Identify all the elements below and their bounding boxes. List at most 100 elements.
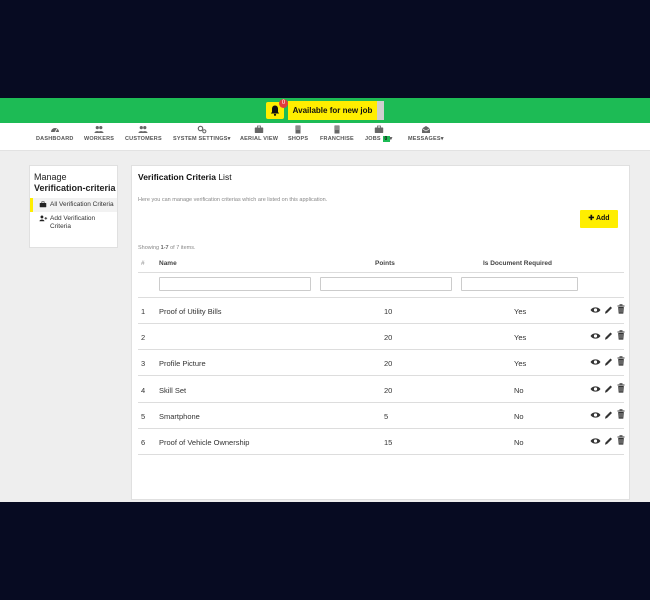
row-name: Skill Set — [159, 385, 187, 395]
row-points: 15 — [384, 438, 393, 447]
view-icon[interactable] — [590, 332, 601, 340]
view-icon[interactable] — [590, 385, 601, 393]
divider — [138, 272, 624, 273]
nav-franchise[interactable]: FRANCHISE — [320, 125, 354, 142]
edit-icon[interactable] — [604, 436, 613, 446]
summary-prefix: Showing — [138, 245, 161, 251]
nav-label: WORKERS — [84, 136, 115, 142]
edit-icon[interactable] — [604, 357, 613, 367]
chevron-down-icon: ▾ — [389, 136, 393, 142]
table-row: 5 Smartphone 5 No — [138, 403, 625, 429]
edit-icon[interactable] — [604, 384, 613, 394]
row-points: 5 — [384, 411, 389, 421]
delete-icon[interactable] — [617, 330, 625, 340]
table-row: 4 Skill Set 20 No — [138, 377, 625, 403]
name-filter-input[interactable] — [159, 277, 311, 291]
users-icon — [138, 126, 148, 133]
nav-messages[interactable]: MESSAGES▾ — [408, 125, 444, 142]
sidebar-item-add-criteria[interactable]: Add Verification Criteria — [30, 212, 117, 234]
row-document-required: No — [514, 385, 524, 395]
items-summary: Showing 1-7 of 7 items. — [138, 245, 196, 251]
nav-shops[interactable]: SHOPS — [288, 125, 308, 142]
user-plus-icon — [39, 215, 48, 222]
users-icon — [94, 126, 104, 133]
nav-label: CUSTOMERS — [125, 136, 162, 142]
row-document-required: Yes — [514, 307, 527, 316]
row-document-required: Yes — [514, 333, 527, 343]
table-row: 6 Proof of Vehicle Ownership 15 No — [138, 429, 625, 455]
view-icon[interactable] — [590, 411, 601, 419]
sidebar-section-name: Verification-criteria — [34, 183, 116, 193]
row-document-required: No — [514, 411, 524, 421]
building-icon — [295, 125, 301, 134]
delete-icon[interactable] — [617, 356, 625, 366]
notification-count-badge: 0 — [279, 99, 288, 108]
row-document-required: Yes — [514, 359, 527, 369]
view-icon[interactable] — [590, 437, 601, 445]
nav-label: AERIAL VIEW — [240, 136, 279, 142]
briefcase-icon — [374, 125, 383, 133]
add-button[interactable]: ✚ Add — [580, 210, 618, 228]
delete-icon[interactable] — [617, 409, 625, 419]
row-name: Proof of Vehicle Ownership — [159, 438, 250, 447]
row-number: 2 — [141, 333, 146, 343]
sidebar-item-label: Add Verification Criteria — [50, 215, 96, 230]
column-header-document-required[interactable]: Is Document Required — [483, 260, 552, 267]
nav-aerial-view[interactable]: AERIAL VIEW — [240, 125, 278, 142]
nav-label: JOBS — [365, 136, 381, 142]
row-name: Profile Picture — [159, 359, 206, 369]
available-for-job-button[interactable]: Available for new job — [288, 101, 384, 120]
row-actions — [590, 435, 630, 447]
main-card: Verification Criteria List Here you can … — [131, 165, 630, 500]
building-icon — [334, 125, 340, 134]
row-number: 6 — [141, 438, 146, 447]
row-actions — [590, 409, 630, 421]
delete-icon[interactable] — [617, 382, 625, 393]
edit-icon[interactable] — [604, 305, 613, 315]
edit-icon[interactable] — [604, 331, 613, 341]
edit-icon[interactable] — [604, 410, 613, 420]
row-actions — [590, 356, 630, 368]
summary-suffix: of 7 items. — [168, 245, 196, 251]
nav-dashboard[interactable]: DASHBOARD — [36, 125, 74, 142]
nav-system-settings[interactable]: SYSTEM SETTINGS▾ — [173, 125, 231, 142]
column-header-points[interactable]: Points — [375, 260, 395, 267]
nav-label: SHOPS — [288, 136, 309, 142]
top-bar: 0 Available for new job — [0, 98, 650, 123]
page-title-rest: List — [218, 172, 232, 182]
nav-jobs[interactable]: JOBS 0 ▾ — [365, 125, 392, 142]
nav-label: FRANCHISE — [320, 136, 354, 142]
row-name: Proof of Utility Bills — [159, 307, 222, 316]
page-title: Verification Criteria List — [138, 172, 232, 182]
table-row: 2 20 Yes — [138, 324, 625, 351]
nav-customers[interactable]: CUSTOMERS — [125, 125, 162, 142]
table-row: 1 Proof of Utility Bills 10 Yes — [138, 298, 625, 324]
dashboard-icon — [50, 128, 59, 133]
row-points: 20 — [384, 333, 393, 343]
sidebar-item-label: All Verification Criteria — [50, 201, 114, 208]
points-filter-input[interactable] — [320, 277, 452, 291]
sidebar: Manage Verification-criteria All Verific… — [29, 165, 118, 248]
row-actions — [590, 382, 630, 395]
add-button-label: Add — [595, 215, 610, 222]
row-actions — [590, 304, 630, 316]
document-required-filter-input[interactable] — [461, 277, 578, 291]
column-header-name[interactable]: Name — [159, 260, 177, 267]
chevron-down-icon: ▾ — [440, 136, 444, 142]
column-header-number: # — [141, 260, 145, 267]
delete-icon[interactable] — [617, 435, 625, 445]
jobs-count-badge: 0 — [382, 136, 390, 142]
nav-workers[interactable]: WORKERS — [84, 125, 114, 142]
sidebar-item-all-criteria[interactable]: All Verification Criteria — [30, 198, 117, 212]
bell-icon — [270, 105, 280, 116]
row-points: 20 — [384, 385, 393, 395]
row-number: 1 — [141, 307, 146, 316]
row-number: 5 — [141, 411, 146, 421]
sidebar-title: Manage Verification-criteria — [30, 166, 117, 194]
row-points: 10 — [384, 307, 393, 316]
cogs-icon — [197, 125, 207, 134]
view-icon[interactable] — [590, 358, 601, 366]
briefcase-icon — [39, 201, 47, 208]
view-icon[interactable] — [590, 306, 601, 314]
delete-icon[interactable] — [617, 304, 625, 314]
